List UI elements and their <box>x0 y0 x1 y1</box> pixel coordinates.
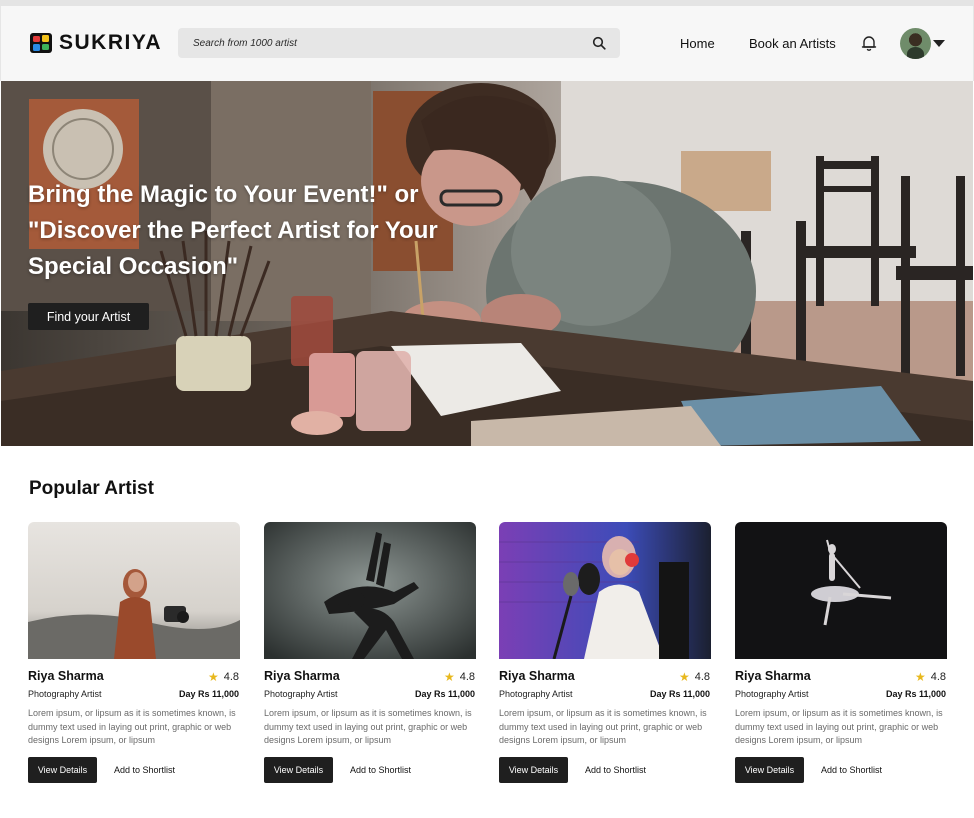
view-details-button[interactable]: View Details <box>264 757 333 783</box>
artist-card[interactable]: Riya Sharma ★ 4.8 Photography Artist Day … <box>499 522 711 792</box>
artist-category: Photography Artist <box>264 689 338 699</box>
view-details-button[interactable]: View Details <box>735 757 804 783</box>
star-icon: ★ <box>443 670 455 684</box>
artist-price: Day Rs 11,000 <box>414 689 475 699</box>
star-icon: ★ <box>914 670 926 684</box>
hero-title: Bring the Magic to Your Event!" or "Disc… <box>28 181 438 280</box>
artist-name: Riya Sharma <box>735 669 811 683</box>
artist-card[interactable]: Riya Sharma ★ 4.8 Photography Artist Day … <box>264 522 476 792</box>
rating: ★ 4.8 <box>208 670 239 684</box>
brand-name: SUKRIYA <box>59 31 163 54</box>
artist-price: Day Rs 11,000 <box>178 689 239 699</box>
dancers-image <box>264 522 476 659</box>
search-bar <box>178 28 620 58</box>
chevron-down-icon[interactable] <box>933 40 945 47</box>
artist-name: Riya Sharma <box>28 669 104 683</box>
rating-value: 4.8 <box>459 671 475 683</box>
ballerina-image <box>735 522 947 659</box>
rating: ★ 4.8 <box>915 670 946 684</box>
search-input[interactable] <box>193 37 573 49</box>
artist-card[interactable]: Riya Sharma ★ 4.8 Photography Artist Day … <box>28 522 240 792</box>
singer-image <box>499 522 711 659</box>
view-details-button[interactable]: View Details <box>499 757 568 783</box>
artist-description: Lorem ipsum, or lipsum as it is sometime… <box>264 708 472 745</box>
find-artist-button[interactable]: Find your Artist <box>28 303 149 330</box>
search-icon[interactable] <box>592 36 606 50</box>
artist-category: Photography Artist <box>735 689 809 699</box>
artist-card[interactable]: Riya Sharma ★ 4.8 Photography Artist Day … <box>735 522 947 792</box>
rating-value: 4.8 <box>694 671 710 683</box>
artist-category: Photography Artist <box>28 689 102 699</box>
rating: ★ 4.8 <box>444 670 475 684</box>
brand-logo[interactable]: SUKRIYA <box>29 31 162 55</box>
navbar: SUKRIYA Home Book an Artists <box>0 6 974 81</box>
star-icon: ★ <box>678 670 690 684</box>
artist-category: Photography Artist <box>499 689 573 699</box>
add-to-shortlist-button[interactable]: Add to Shortlist <box>114 765 175 775</box>
add-to-shortlist-button[interactable]: Add to Shortlist <box>350 765 411 775</box>
artist-price: Day Rs 11,000 <box>885 689 946 699</box>
artist-name: Riya Sharma <box>264 669 340 683</box>
artist-description: Lorem ipsum, or lipsum as it is sometime… <box>28 708 236 745</box>
nav-book-artists-link[interactable]: Book an Artists <box>749 36 836 51</box>
rating-value: 4.8 <box>223 671 239 683</box>
view-details-button[interactable]: View Details <box>28 757 97 783</box>
artist-description: Lorem ipsum, or lipsum as it is sometime… <box>499 708 707 745</box>
nav-home-link[interactable]: Home <box>680 36 715 51</box>
bell-icon[interactable] <box>860 34 878 52</box>
hero-banner: Bring the Magic to Your Event!" or "Disc… <box>1 81 973 446</box>
add-to-shortlist-button[interactable]: Add to Shortlist <box>585 765 646 775</box>
star-icon: ★ <box>207 670 219 684</box>
avatar[interactable] <box>900 28 931 59</box>
artist-price: Day Rs 11,000 <box>649 689 710 699</box>
artist-name: Riya Sharma <box>499 669 575 683</box>
artist-description: Lorem ipsum, or lipsum as it is sometime… <box>735 708 943 745</box>
popular-artist-title: Popular Artist <box>29 478 154 499</box>
rating-value: 4.8 <box>930 671 946 683</box>
add-to-shortlist-button[interactable]: Add to Shortlist <box>821 765 882 775</box>
puzzle-logo-icon <box>30 33 52 53</box>
rating: ★ 4.8 <box>679 670 710 684</box>
photographer-image <box>28 522 240 659</box>
